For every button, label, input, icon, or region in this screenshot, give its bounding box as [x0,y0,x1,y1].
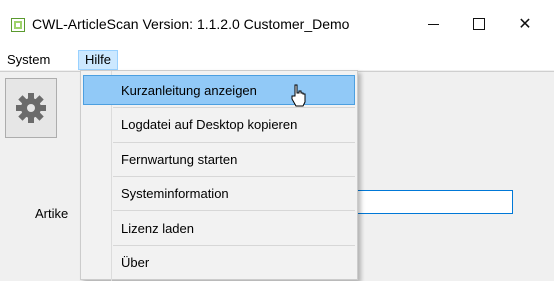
menu-item-label: Logdatei auf Desktop kopieren [121,117,298,132]
settings-button[interactable] [5,78,57,138]
menu-item-lizenz-laden[interactable]: Lizenz laden [83,214,355,244]
menu-item-label: Über [121,255,150,270]
menu-bar: System Hilfe [0,48,554,70]
article-label: Artike [35,206,69,221]
menu-item-label: Lizenz laden [121,221,194,236]
close-button[interactable]: ✕ [502,4,548,44]
menu-divider [113,210,355,211]
menu-item-logdatei[interactable]: Logdatei auf Desktop kopieren [83,110,355,140]
menu-item-label: Systeminformation [121,186,229,201]
minimize-icon [427,23,439,25]
menu-item-ueber[interactable]: Über [83,248,355,278]
app-icon [11,18,25,32]
menu-system[interactable]: System [2,51,55,69]
menu-item-kurzanleitung[interactable]: Kurzanleitung anzeigen [83,75,355,105]
menu-divider [113,107,355,108]
close-icon: ✕ [518,16,532,33]
maximize-button[interactable] [456,4,502,44]
maximize-icon [473,18,485,30]
menu-item-systeminformation[interactable]: Systeminformation [83,179,355,209]
mouse-cursor-icon [291,84,306,107]
app-window: CWL-ArticleScan Version: 1.1.2.0 Custome… [0,0,554,281]
menu-divider [113,142,355,143]
menu-divider [113,245,355,246]
menu-divider [113,176,355,177]
window-title: CWL-ArticleScan Version: 1.1.2.0 Custome… [32,16,350,32]
gear-icon [16,93,46,123]
menu-item-fernwartung[interactable]: Fernwartung starten [83,145,355,175]
minimize-button[interactable] [410,4,456,44]
menu-item-label: Fernwartung starten [121,152,238,167]
menu-item-label: Kurzanleitung anzeigen [121,83,257,98]
menu-hilfe[interactable]: Hilfe [78,50,119,70]
hilfe-dropdown-menu: Kurzanleitung anzeigen Logdatei auf Desk… [80,70,358,281]
title-bar[interactable]: CWL-ArticleScan Version: 1.1.2.0 Custome… [0,0,554,48]
